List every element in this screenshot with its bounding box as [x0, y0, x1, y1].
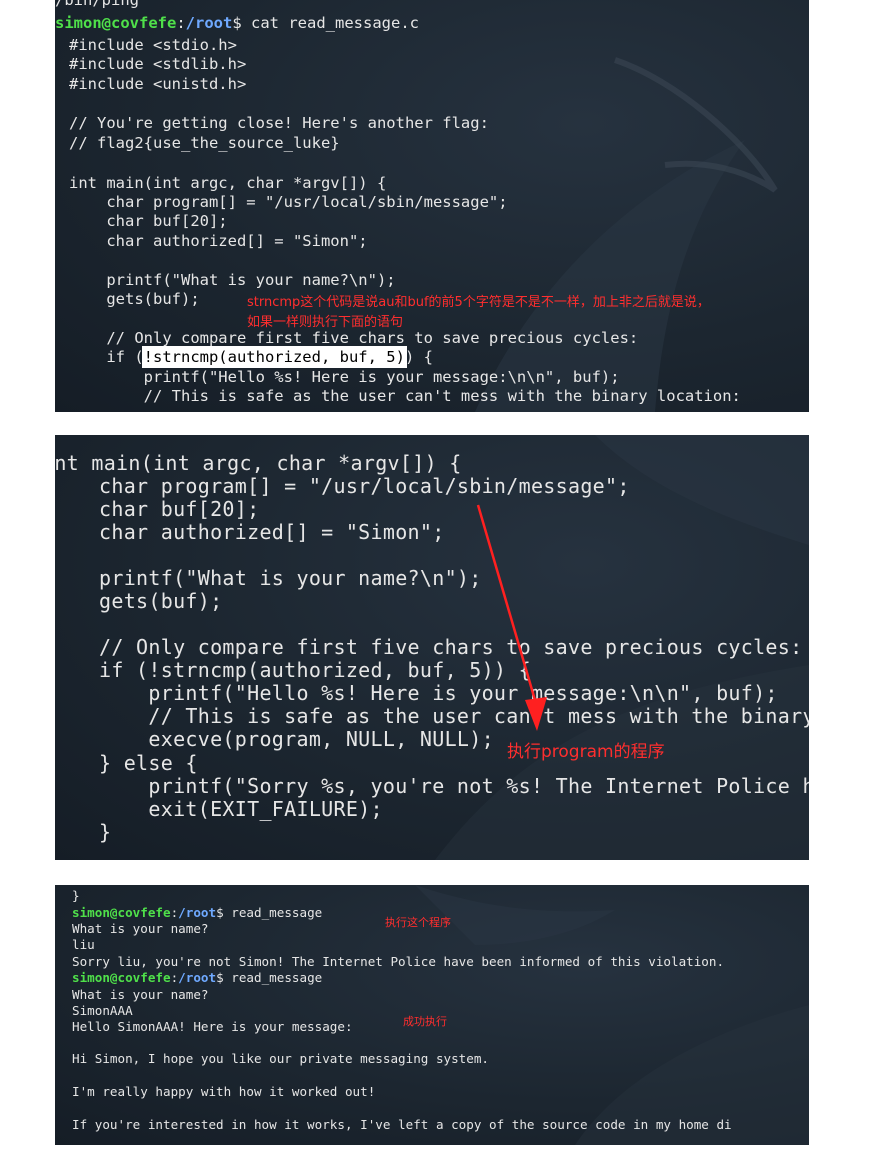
prompt-user: simon@covfefe	[72, 905, 171, 920]
if-prefix: if (	[69, 348, 144, 366]
prompt-path: /root	[178, 970, 217, 985]
terminal-line: }	[72, 888, 80, 903]
code-line: printf("What is your name?\n");	[69, 271, 396, 289]
terminal-screenshot-source-listing: /bin/ping simon@covfefe:/root$ cat read_…	[55, 0, 809, 412]
annotation-execute-program: 执行program的程序	[507, 742, 665, 762]
terminal-output: } simon@covfefe:/root$ read_message What…	[55, 885, 732, 1145]
terminal-line: I'm really happy with how it worked out!	[72, 1084, 376, 1099]
terminal-line: What is your name?	[72, 921, 209, 936]
red-arrow-icon	[476, 504, 547, 731]
if-suffix: ) {	[404, 348, 433, 366]
code-comment-line: // flag2{use_the_source_luke}	[69, 134, 340, 152]
terminal-line: Sorry liu, you're not Simon! The Interne…	[72, 954, 725, 969]
prompt-path: /root	[185, 14, 233, 32]
terminal-line: Hi Simon, I hope you like our private me…	[72, 1051, 490, 1066]
code-line: gets(buf);	[69, 290, 200, 308]
annotation-run-success: 成功执行	[403, 1015, 447, 1028]
prompt-user: simon@covfefe	[55, 14, 177, 32]
prompt-command: $ cat read_message.c	[232, 14, 419, 32]
code-line: #include <unistd.h>	[69, 75, 247, 93]
terminal-screenshot-run-output: } simon@covfefe:/root$ read_message What…	[55, 885, 809, 1145]
annotation-run-program: 执行这个程序	[385, 916, 451, 929]
code-line: printf("Hello %s! Here is your message:\…	[69, 368, 620, 386]
code-line: char authorized[] = "Simon";	[69, 232, 368, 250]
shell-prompt-line: simon@covfefe:/root$ read_message	[72, 970, 322, 985]
terminal-line: What is your name?	[72, 987, 209, 1002]
code-line: char program[] = "/usr/local/sbin/messag…	[69, 193, 508, 211]
annotation-strncmp-line1: strncmp这个代码是说au和buf的前5个字符是不是不一样，加上非之后就是说…	[247, 295, 710, 310]
terminal-screenshot-zoomed-code: int main(int argc, char *argv[]) { char …	[55, 435, 809, 860]
terminal-line: SimonAAA	[72, 1003, 133, 1018]
code-comment-line: // This is safe as the user can't mess w…	[69, 387, 741, 405]
prompt-colon: :	[176, 14, 186, 32]
code-line: #include <stdio.h>	[69, 36, 237, 54]
code-comment-line: // You're getting close! Here's another …	[69, 114, 489, 132]
terminal-line: /bin/ping	[55, 0, 139, 9]
prompt-path: /root	[178, 905, 217, 920]
shell-prompt-line: simon@covfefe:/root$ read_message	[72, 905, 322, 920]
terminal-line: Hello SimonAAA! Here is your message:	[72, 1019, 353, 1034]
shell-prompt-line: simon@covfefe:/root$ cat read_message.c	[55, 14, 419, 32]
terminal-line: If you're interested in how it works, I'…	[72, 1117, 732, 1132]
highlighted-strncmp-call: !strncmp(authorized, buf, 5)	[141, 346, 407, 368]
prompt-user: simon@covfefe	[72, 970, 171, 985]
prompt-command: $ read_message	[216, 970, 323, 985]
code-if-line: if (!strncmp(authorized, buf, 5)) {	[69, 346, 433, 368]
prompt-command: $ read_message	[216, 905, 323, 920]
terminal-output: /bin/ping simon@covfefe:/root$ cat read_…	[55, 0, 741, 405]
annotation-strncmp-line2: 如果一样则执行下面的语句	[247, 315, 404, 330]
code-line: char buf[20];	[69, 212, 228, 230]
code-line: int main(int argc, char *argv[]) {	[69, 174, 387, 192]
terminal-line: liu	[72, 937, 95, 952]
code-comment-line: // Only compare first five chars to save…	[69, 329, 639, 347]
code-line: #include <stdlib.h>	[69, 55, 247, 73]
